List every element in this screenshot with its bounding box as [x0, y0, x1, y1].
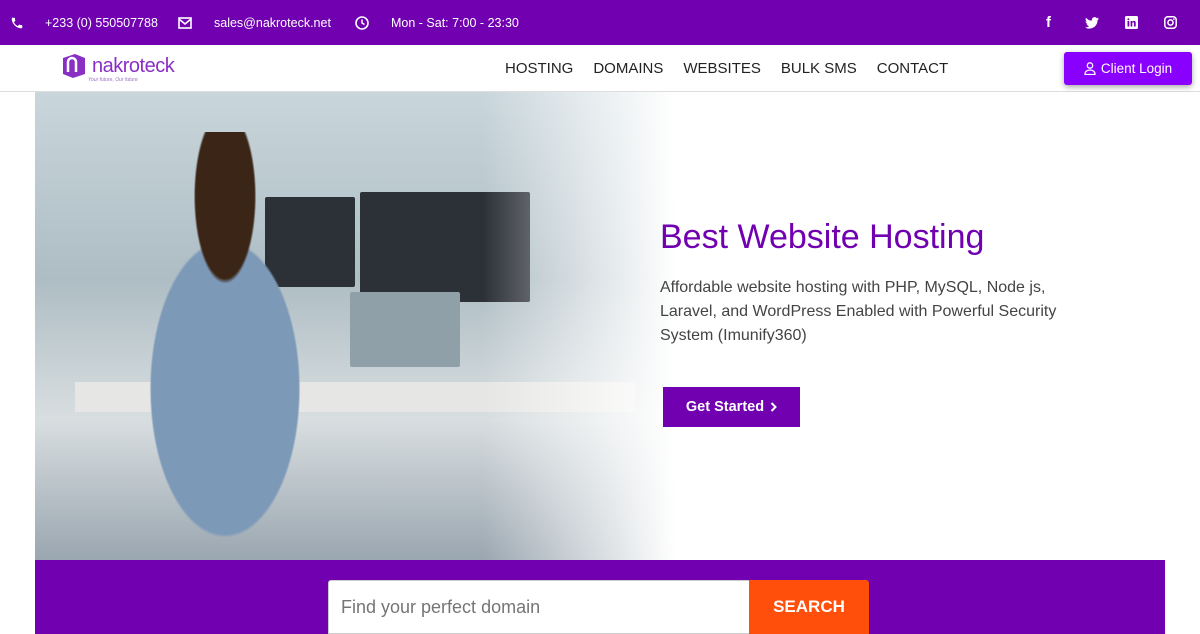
- chevron-right-icon: [770, 402, 777, 412]
- email-info: sales@nakroteck.net: [178, 0, 331, 45]
- phone-info: +233 (0) 550507788: [10, 0, 158, 45]
- phone-icon: [11, 17, 23, 28]
- client-login-button[interactable]: Client Login: [1064, 52, 1192, 85]
- hero-title: Best Website Hosting: [660, 218, 985, 256]
- brand-name: nakroteck: [92, 54, 175, 77]
- facebook-icon[interactable]: f: [1046, 14, 1059, 31]
- get-started-label: Get Started: [685, 399, 765, 415]
- client-login-label: Client Login: [1100, 61, 1173, 76]
- hero-photo: [35, 92, 675, 560]
- phone-number[interactable]: +233 (0) 550507788: [45, 16, 158, 30]
- nav-hosting[interactable]: HOSTING: [505, 60, 573, 77]
- twitter-icon[interactable]: [1085, 16, 1099, 29]
- clock-icon: [355, 15, 369, 30]
- email-address[interactable]: sales@nakroteck.net: [214, 16, 331, 30]
- envelope-icon: [178, 16, 192, 29]
- nav-websites[interactable]: WEBSITES: [683, 60, 761, 77]
- opening-hours: Mon - Sat: 7:00 - 23:30: [391, 15, 519, 30]
- user-icon: [1084, 62, 1096, 75]
- hero-subtitle: Affordable website hosting with PHP, MyS…: [660, 279, 1057, 344]
- get-started-button[interactable]: Get Started: [663, 387, 800, 427]
- instagram-icon[interactable]: [1164, 16, 1177, 29]
- nav-bulk-sms[interactable]: BULK SMS: [781, 60, 857, 77]
- logo[interactable]: nakroteck Your future, Our future: [60, 52, 175, 83]
- domain-search-input[interactable]: [328, 580, 750, 634]
- hours-info: Mon - Sat: 7:00 - 23:30: [355, 0, 519, 45]
- logo-mark-icon: [63, 54, 85, 78]
- domain-search-button[interactable]: SEARCH: [749, 580, 869, 634]
- brand-tagline: Your future, Our future: [88, 77, 138, 83]
- nav-domains[interactable]: DOMAINS: [593, 60, 663, 77]
- top-bar: +233 (0) 550507788 sales@nakroteck.net M…: [0, 0, 1200, 45]
- main-nav: nakroteck Your future, Our future HOSTIN…: [0, 45, 1200, 92]
- nav-contact[interactable]: CONTACT: [877, 60, 948, 77]
- linkedin-icon[interactable]: [1125, 16, 1138, 29]
